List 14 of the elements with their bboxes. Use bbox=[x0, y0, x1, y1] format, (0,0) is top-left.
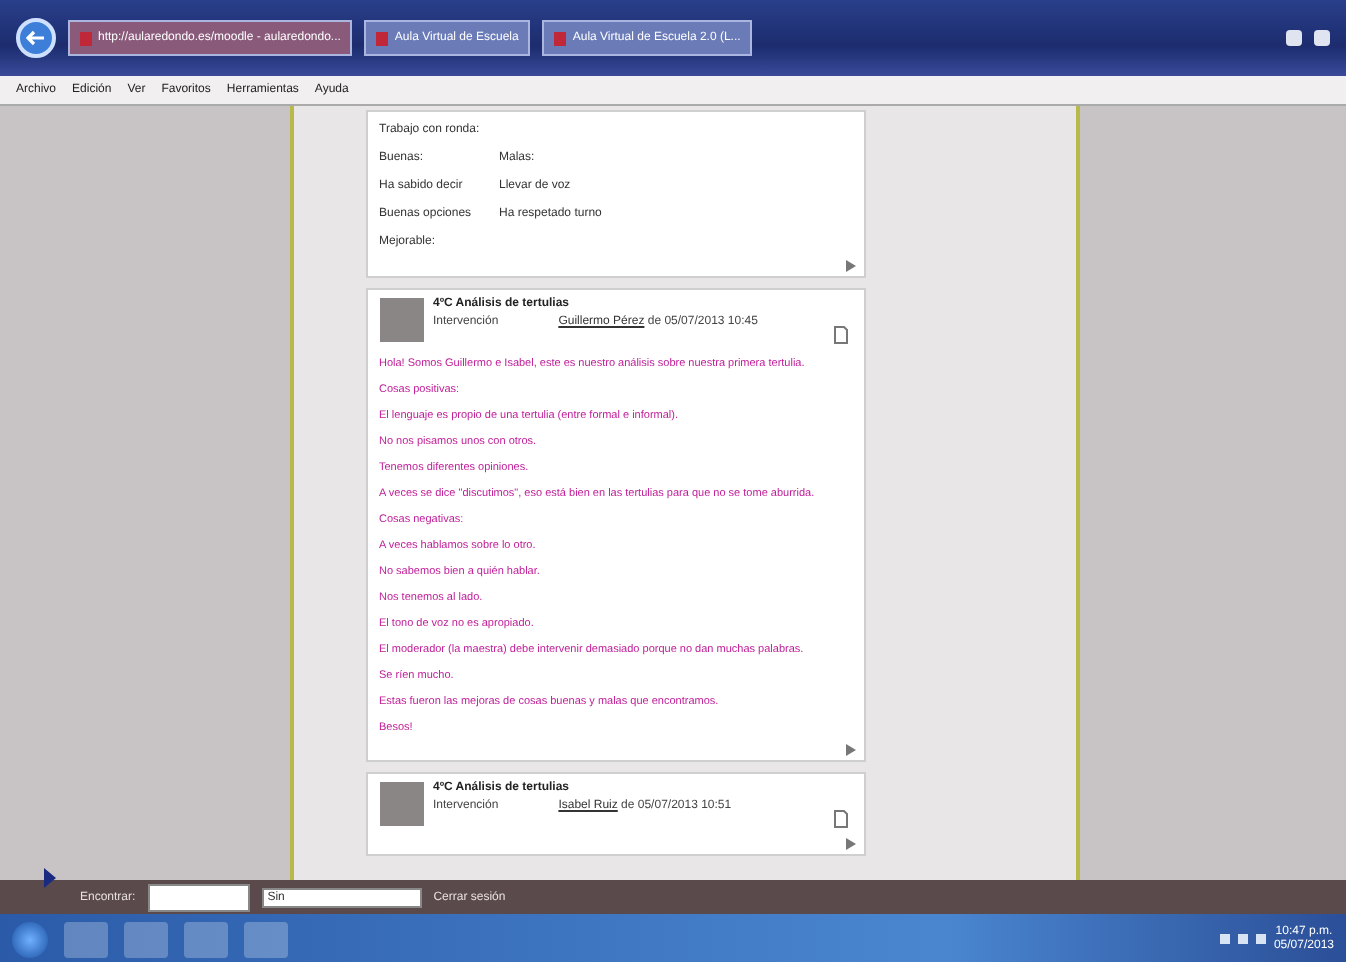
maximize-button[interactable] bbox=[1314, 30, 1330, 46]
document-icon[interactable] bbox=[833, 810, 847, 828]
scroll-arrow-icon[interactable] bbox=[845, 744, 855, 756]
avatar-placeholder bbox=[379, 298, 423, 342]
start-button[interactable] bbox=[12, 921, 48, 957]
scroll-arrow-icon[interactable] bbox=[845, 260, 855, 272]
scroll-arrow-icon[interactable] bbox=[845, 838, 855, 850]
back-button[interactable] bbox=[16, 18, 56, 58]
back-arrow-icon[interactable] bbox=[26, 30, 46, 46]
minimize-button[interactable] bbox=[1286, 30, 1302, 46]
document-icon[interactable] bbox=[833, 326, 847, 344]
find-field[interactable] bbox=[147, 883, 250, 911]
avatar-placeholder bbox=[379, 782, 423, 826]
play-icon[interactable] bbox=[44, 868, 56, 888]
